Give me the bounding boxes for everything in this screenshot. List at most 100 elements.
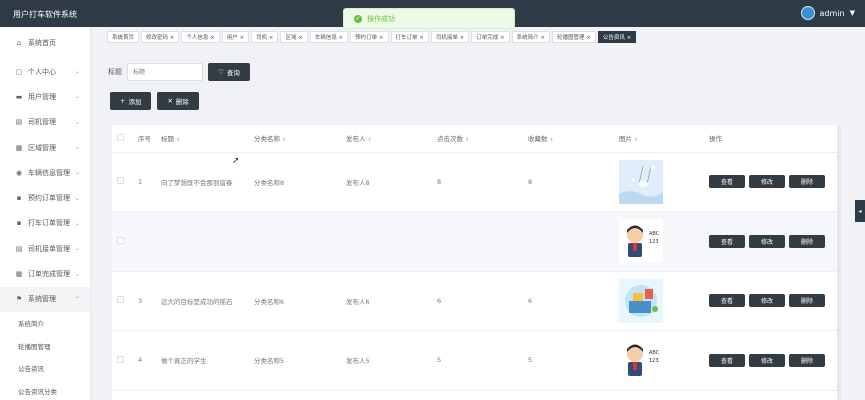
apps-icon: ▪ bbox=[16, 194, 22, 203]
search-label: 标题 bbox=[108, 68, 122, 76]
cell-publisher: 发布人6 bbox=[346, 271, 437, 331]
avatar[interactable] bbox=[800, 6, 815, 20]
search-bar: 标题 ♡ 查询 bbox=[108, 63, 250, 81]
sort-icon[interactable]: ⇕ bbox=[176, 137, 180, 143]
row-delete-button[interactable]: 删除 bbox=[789, 353, 825, 367]
select-all-checkbox[interactable] bbox=[117, 133, 124, 141]
sort-icon[interactable]: ⇕ bbox=[550, 137, 554, 143]
table-row[interactable]: ABC 123 查看 修改 删除 bbox=[112, 211, 839, 272]
row-delete-button[interactable]: 删除 bbox=[789, 175, 825, 189]
news-table: 序号 标题 ⇕ 分类名称 ⇕ 发布人 ⇕ 点击次数 ⇕ 收藏数 ⇕ 图片 ⇕ 操作 1 向了… bbox=[112, 125, 839, 400]
bird-swing-thumbnail bbox=[619, 159, 663, 204]
sidebar-item-profile[interactable]: ▢ 个人中心 ⌄ bbox=[0, 59, 90, 84]
header-publisher[interactable]: 发布人 bbox=[346, 135, 366, 143]
edit-button[interactable]: 修改 bbox=[749, 175, 785, 189]
sort-icon[interactable]: ⇕ bbox=[368, 137, 372, 143]
user-name[interactable]: admin bbox=[820, 9, 845, 18]
sidebar-item-users[interactable]: ▬ 用户管理 ⌄ bbox=[0, 84, 90, 109]
tab-order-complete[interactable]: 订单完成 × bbox=[471, 31, 510, 43]
sidebar-item-drivers[interactable]: ▤ 司机管理 ⌄ bbox=[0, 110, 90, 135]
briefcase-icon: ▤ bbox=[15, 118, 23, 127]
table-row[interactable]: 4 做个真正的学生 分类名称5 发布人5 5 5 ABC 123 查看 修改 删… bbox=[112, 330, 839, 391]
toast-message: 操作成功 bbox=[367, 14, 395, 23]
tab-change-password[interactable]: 修改密码 × bbox=[141, 31, 180, 43]
svg-text:ABC: ABC bbox=[649, 350, 660, 356]
sidebar-item-driver-accept[interactable]: ▤ 司机接单管理 ⌄ bbox=[0, 236, 90, 261]
sidebar-subitem-intro[interactable]: 系统简介 bbox=[0, 312, 90, 335]
tab-profile[interactable]: 个人信息 × bbox=[181, 31, 220, 43]
sidebar-item-order-complete[interactable]: ▦ 订单完成管理 ⌄ bbox=[0, 261, 90, 286]
row-delete-button[interactable]: 删除 bbox=[789, 234, 825, 248]
sort-icon[interactable]: ⇕ bbox=[634, 137, 638, 143]
row-checkbox[interactable] bbox=[117, 355, 124, 363]
header-actions: 操作 bbox=[709, 135, 722, 144]
collapse-handle[interactable]: ◂ bbox=[855, 200, 865, 222]
header-clicks[interactable]: 点击次数 bbox=[437, 135, 463, 143]
sidebar-item-regions[interactable]: ▦ 区域管理 ⌄ bbox=[0, 135, 90, 160]
chevron-down-icon: ⌄ bbox=[74, 194, 80, 202]
sidebar-item-system[interactable]: ⚑ 系统管理 ⌃ bbox=[0, 286, 90, 312]
success-toast: ✓ 操作成功 bbox=[343, 8, 515, 29]
tab-home[interactable]: 系统首页 bbox=[107, 31, 140, 43]
table-row[interactable]: 1 向了梦想既不会那到留春 分类名称8 发布人8 8 8 查看 修改 删除 bbox=[112, 152, 839, 212]
sidebar-item-reservations[interactable]: ▪ 预约订单管理 ⌄ bbox=[0, 185, 90, 210]
location-pin-icon: ◉ bbox=[15, 168, 23, 177]
sidebar-subitem-news-category[interactable]: 公告资讯分类 bbox=[0, 379, 90, 400]
edit-button[interactable]: 修改 bbox=[749, 294, 785, 308]
tab-reservation[interactable]: 预约订单 × bbox=[350, 31, 389, 43]
sidebar-item-label: 预约订单管理 bbox=[28, 194, 70, 203]
edit-button[interactable]: 修改 bbox=[749, 234, 785, 248]
sidebar-item-label: 打车订单管理 bbox=[28, 219, 70, 228]
table-row[interactable]: 3 远大的目标是成功的摇石 分类名称6 发布人6 6 6 查看 修改 删除 bbox=[112, 271, 839, 331]
view-button[interactable]: 查看 bbox=[709, 175, 745, 189]
sort-icon[interactable]: ⇕ bbox=[282, 137, 286, 143]
cell-title: 远大的目标是成功的摇石 bbox=[161, 271, 254, 331]
view-button[interactable]: 查看 bbox=[709, 294, 745, 308]
sidebar-subitem-news[interactable]: 公告资讯 bbox=[0, 357, 90, 380]
edit-button[interactable]: 修改 bbox=[749, 353, 785, 367]
cell-publisher: 发布人5 bbox=[346, 330, 437, 391]
row-delete-button[interactable]: 删除 bbox=[789, 294, 825, 308]
tab-region[interactable]: 区域 × bbox=[280, 31, 308, 43]
tab-system-intro[interactable]: 系统简介 × bbox=[511, 31, 550, 43]
delete-button[interactable]: ✕ 删除 bbox=[157, 92, 199, 110]
cell-favorites: 6 bbox=[528, 271, 619, 331]
sidebar-item-label: 司机管理 bbox=[28, 118, 56, 127]
close-icon: ✕ bbox=[167, 97, 173, 105]
tab-driver[interactable]: 司机 × bbox=[251, 31, 279, 43]
sidebar-item-home[interactable]: ⌂ 系统首页 bbox=[0, 27, 90, 59]
sidebar-item-taxi-orders[interactable]: ▪ 打车订单管理 ⌄ bbox=[0, 211, 90, 236]
cell-publisher: 发布人8 bbox=[346, 152, 437, 212]
sort-icon[interactable]: ⇕ bbox=[465, 137, 469, 143]
header-title[interactable]: 标题 bbox=[161, 135, 174, 143]
row-checkbox[interactable] bbox=[117, 296, 124, 304]
caret-down-icon[interactable]: ▼ bbox=[850, 9, 855, 17]
title-search-input[interactable] bbox=[127, 63, 203, 81]
sidebar-item-label: 车辆信息管理 bbox=[28, 168, 70, 177]
tab-news[interactable]: 公告资讯 × bbox=[597, 31, 637, 43]
sidebar-subitem-carousel[interactable]: 轮播图管理 bbox=[0, 334, 90, 357]
header-image[interactable]: 图片 bbox=[619, 135, 632, 143]
app-title: 用户打车软件系统 bbox=[13, 10, 77, 19]
tab-taxi-order[interactable]: 打车订单 × bbox=[390, 31, 429, 43]
clipboard-icon: ▦ bbox=[15, 270, 23, 279]
header-favorites[interactable]: 收藏数 bbox=[528, 135, 548, 143]
header-category[interactable]: 分类名称 bbox=[254, 135, 280, 143]
row-checkbox[interactable] bbox=[117, 236, 124, 244]
query-button[interactable]: ♡ 查询 bbox=[208, 63, 250, 81]
sidebar-item-vehicles[interactable]: ◉ 车辆信息管理 ⌄ bbox=[0, 160, 90, 185]
tab-driver-accept[interactable]: 司机接单 × bbox=[430, 31, 470, 43]
table-scrollbar[interactable] bbox=[837, 125, 841, 400]
tab-bar: 系统首页 修改密码 × 个人信息 × 用户 × 司机 × 区域 × 车辆信息 ×… bbox=[107, 31, 857, 44]
user-menu[interactable]: admin ▼ bbox=[800, 6, 855, 20]
view-button[interactable]: 查看 bbox=[709, 234, 745, 248]
cell-category: 分类名称6 bbox=[254, 271, 346, 331]
mouse-cursor-icon: ➚ bbox=[232, 156, 240, 166]
view-button[interactable]: 查看 bbox=[709, 353, 745, 367]
row-checkbox[interactable] bbox=[117, 177, 124, 185]
tab-carousel[interactable]: 轮播图管理 × bbox=[551, 31, 596, 43]
cell-title: 向了梦想既不会那到留春 bbox=[161, 152, 254, 212]
tab-vehicle[interactable]: 车辆信息 × bbox=[309, 31, 349, 43]
add-button[interactable]: + 添加 bbox=[110, 92, 152, 110]
tab-user[interactable]: 用户 × bbox=[221, 31, 250, 43]
